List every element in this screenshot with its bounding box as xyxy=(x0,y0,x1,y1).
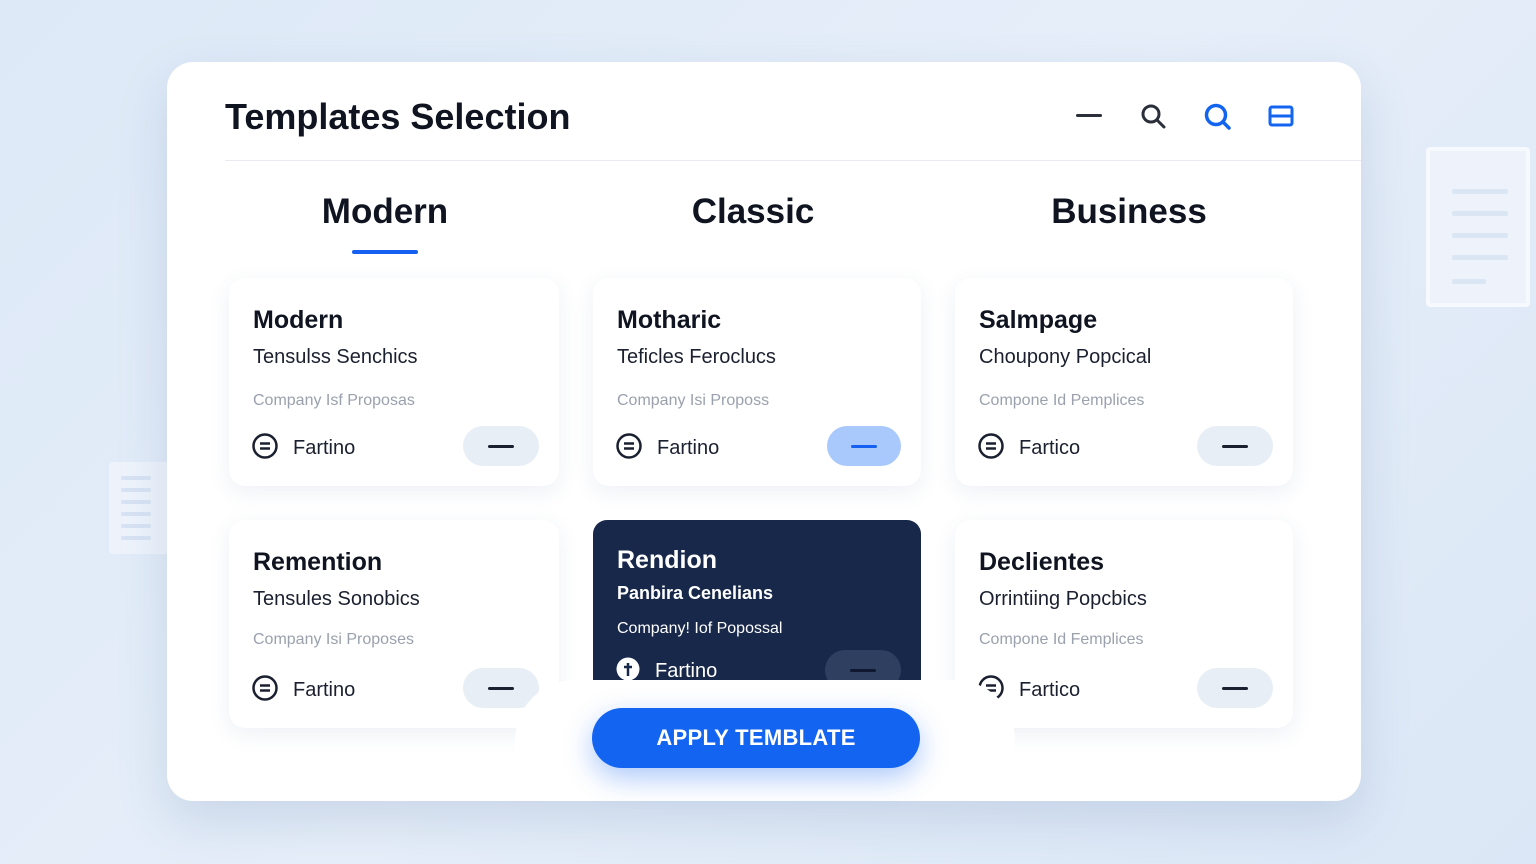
card-subtitle: Panbira Cenelians xyxy=(617,583,774,603)
card-footer: Fartico xyxy=(977,432,1080,465)
card-meta: Company Isi Proposs xyxy=(617,392,770,409)
card-select-button[interactable] xyxy=(827,426,901,466)
menu-circle-icon xyxy=(251,432,279,465)
card-title: Motharic xyxy=(617,306,722,334)
dash-icon xyxy=(1222,686,1248,690)
templates-window: Templates Selection Modern Classic Busin… xyxy=(167,62,1361,801)
card-footer: Fartino xyxy=(615,656,717,680)
card-title: Declientes xyxy=(979,548,1105,576)
apply-template-button[interactable]: APPLY TEMBLATE xyxy=(592,708,920,768)
template-card-rendion-selected[interactable]: Rendion Panbira Cenelians Company! Iof P… xyxy=(593,520,921,680)
card-subtitle: Tensules Sonobics xyxy=(253,588,420,610)
page-title: Templates Selection xyxy=(225,96,571,137)
card-footer-label: Fartino xyxy=(293,437,356,459)
card-meta: Company! Iof Popossal xyxy=(617,620,783,637)
tab-modern[interactable]: Modern xyxy=(322,192,448,232)
search-active-icon[interactable] xyxy=(1203,102,1231,130)
card-meta: Compone Id Pemplices xyxy=(979,392,1145,409)
card-footer-label: Fartino xyxy=(657,437,720,459)
card-select-button[interactable] xyxy=(1197,426,1273,466)
layout-icon[interactable] xyxy=(1267,102,1295,130)
card-select-button[interactable] xyxy=(825,650,901,680)
header-toolbar xyxy=(1075,102,1295,130)
card-meta: Compone Id Femplices xyxy=(979,631,1144,648)
card-select-button[interactable] xyxy=(463,426,539,466)
template-card-declientes[interactable]: Declientes Orrintiing Popcbics Compone I… xyxy=(955,520,1293,728)
card-subtitle: Choupony Popcical xyxy=(979,346,1152,368)
card-title: Modern xyxy=(253,306,344,334)
menu-circle-icon xyxy=(615,432,643,465)
tab-business[interactable]: Business xyxy=(1051,192,1207,232)
search-icon[interactable] xyxy=(1139,102,1167,130)
card-footer: Fartino xyxy=(251,432,355,465)
card-title: Rendion xyxy=(617,546,717,574)
dash-icon xyxy=(850,668,876,672)
card-footer: Fartino xyxy=(615,432,719,465)
template-card-remention[interactable]: Remention Tensules Sonobics Company Isi … xyxy=(229,520,559,728)
card-subtitle: Orrintiing Popcbics xyxy=(979,588,1147,610)
template-tabs: Modern Classic Business xyxy=(167,192,1361,262)
tab-classic[interactable]: Classic xyxy=(692,192,815,232)
menu-circle-icon xyxy=(977,432,1005,465)
menu-circle-icon xyxy=(251,674,279,707)
card-footer-label: Fartico xyxy=(1019,437,1081,459)
card-select-button[interactable] xyxy=(1197,668,1273,708)
card-title: Remention xyxy=(253,548,383,576)
card-meta: Company Isi Proposes xyxy=(253,631,414,648)
window-header: Templates Selection xyxy=(225,62,1361,161)
dash-icon xyxy=(851,444,877,448)
minimize-icon[interactable] xyxy=(1075,102,1103,130)
card-footer: Fartino xyxy=(251,674,355,707)
dash-icon xyxy=(488,686,514,690)
card-footer-label: Fartico xyxy=(1019,679,1081,701)
template-card-salmpage[interactable]: Salmpage Choupony Popcical Compone Id Pe… xyxy=(955,278,1293,486)
active-tab-indicator xyxy=(352,250,418,254)
card-meta: Company Isf Proposas xyxy=(253,392,415,409)
card-footer-label: Fartino xyxy=(655,660,718,680)
plus-circle-icon xyxy=(615,656,641,680)
dash-icon xyxy=(1222,444,1248,448)
card-footer-label: Fartino xyxy=(293,679,356,701)
card-subtitle: Tensulss Senchics xyxy=(253,346,418,368)
card-subtitle: Teficles Feroclucs xyxy=(617,346,776,368)
template-card-modern[interactable]: Modern Tensulss Senchics Company Isf Pro… xyxy=(229,278,559,486)
template-card-motharic[interactable]: Motharic Teficles Feroclucs Company Isi … xyxy=(593,278,921,486)
dash-icon xyxy=(488,444,514,448)
decorative-document-icon xyxy=(1426,147,1530,307)
card-title: Salmpage xyxy=(979,306,1098,334)
